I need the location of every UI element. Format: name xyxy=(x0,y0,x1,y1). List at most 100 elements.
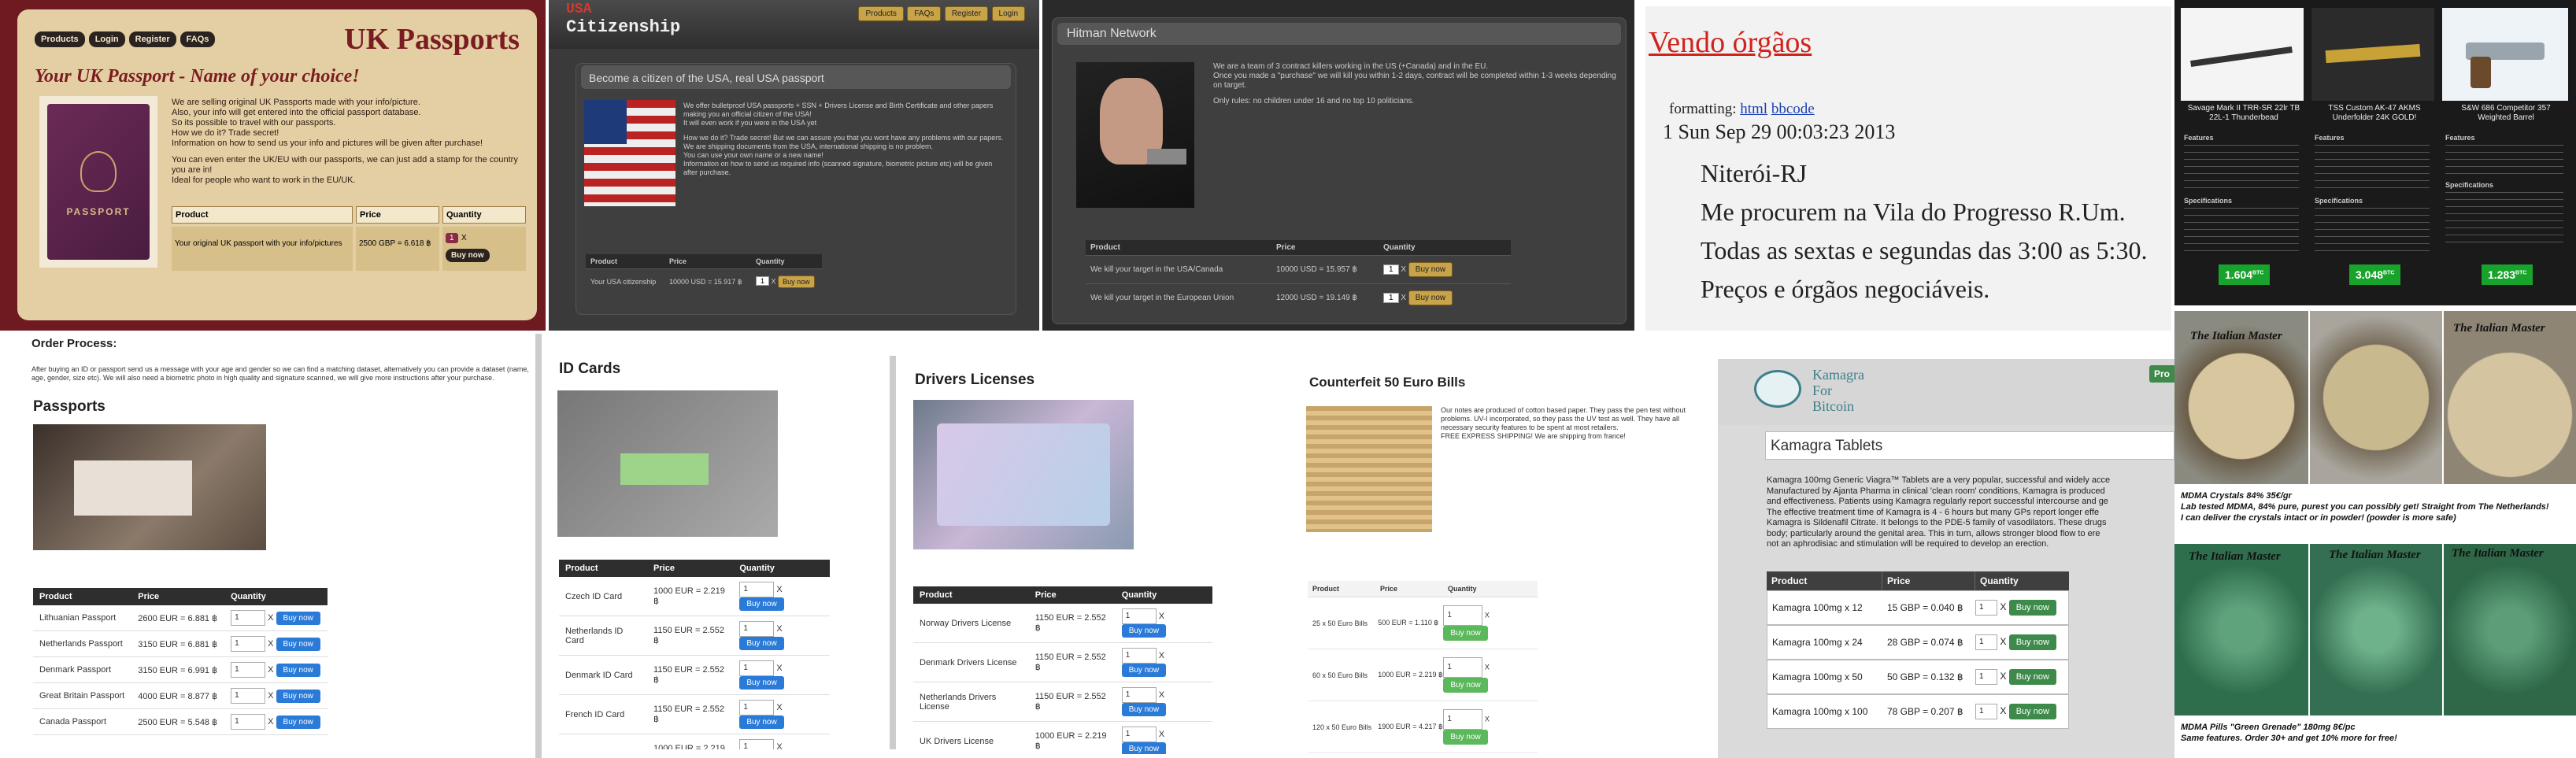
remove-x[interactable]: X xyxy=(1401,294,1406,302)
buy-now-button[interactable]: Buy now xyxy=(2008,704,2056,719)
quantity-input[interactable]: 1 xyxy=(1121,648,1157,664)
remove-x[interactable]: X xyxy=(2000,601,2006,612)
quantity-input[interactable]: 1 xyxy=(1383,293,1399,304)
quantity-input[interactable]: 1 xyxy=(231,636,266,652)
remove-x[interactable]: X xyxy=(776,703,782,712)
quantity-input[interactable]: 1 xyxy=(1121,727,1157,742)
remove-x[interactable]: X xyxy=(1401,265,1406,274)
nav-login[interactable]: Login xyxy=(88,31,125,47)
product-card[interactable]: S&W 686 Competitor 357 Weighted Barrel F… xyxy=(2441,8,2570,299)
remove-x[interactable]: X xyxy=(1485,611,1490,619)
remove-x[interactable]: X xyxy=(461,234,467,242)
quantity-input[interactable]: 1 xyxy=(739,582,775,597)
remove-x[interactable]: X xyxy=(2000,705,2006,716)
quantity-input[interactable]: 1 xyxy=(1975,704,1997,719)
quantity-input[interactable]: 1 xyxy=(756,276,770,287)
buy-now-button[interactable]: Buy now xyxy=(739,597,784,611)
remove-x[interactable]: X xyxy=(772,277,776,285)
buy-now-button[interactable]: Buy now xyxy=(1408,290,1453,305)
remove-x[interactable]: X xyxy=(776,742,782,749)
format-html-link[interactable]: html xyxy=(1740,101,1767,117)
nav-faqs[interactable]: FAQs xyxy=(180,31,216,47)
buy-now-button[interactable]: Buy now xyxy=(276,689,320,703)
nav-register[interactable]: Register xyxy=(944,6,989,21)
quantity-input[interactable]: 1 xyxy=(739,621,775,637)
product-name[interactable]: S&W 686 Competitor 357 Weighted Barrel xyxy=(2447,104,2565,123)
buy-now-button[interactable]: Buy now xyxy=(739,676,784,690)
quantity-input[interactable]: 1 xyxy=(231,662,266,678)
remove-x[interactable]: X xyxy=(268,691,273,701)
buy-now-button[interactable]: Buy now xyxy=(276,715,320,729)
quantity-input[interactable]: 1 xyxy=(1121,687,1157,703)
buy-now-button[interactable]: Buy now xyxy=(2008,600,2056,616)
remove-x[interactable]: X xyxy=(1485,663,1490,671)
remove-x[interactable]: X xyxy=(776,624,782,634)
buy-now-button[interactable]: Buy now xyxy=(2008,669,2056,685)
remove-x[interactable]: X xyxy=(1485,715,1490,723)
th-price: Price xyxy=(1882,571,1975,590)
desc-line: The effective treatment time of Kamagra … xyxy=(1767,507,2100,517)
quantity-input[interactable]: 1 xyxy=(1975,669,1997,685)
buy-now-button[interactable]: Buy now xyxy=(2008,634,2056,650)
buy-now-button[interactable]: Buy now xyxy=(1443,678,1488,693)
remove-x[interactable]: X xyxy=(268,717,273,727)
product-name[interactable]: Savage Mark II TRR-SR 22lr TB 22L-1 Thun… xyxy=(2186,104,2302,123)
remove-x[interactable]: X xyxy=(1159,690,1164,700)
product-card[interactable]: TSS Custom AK-47 AKMS Underfolder 24K GO… xyxy=(2310,8,2436,299)
remove-x[interactable]: X xyxy=(268,639,273,649)
product-name[interactable]: TSS Custom AK-47 AKMS Underfolder 24K GO… xyxy=(2316,104,2433,123)
product-card[interactable]: Savage Mark II TRR-SR 22lr TB 22L-1 Thun… xyxy=(2179,8,2305,299)
remove-x[interactable]: X xyxy=(268,613,273,623)
quantity-input[interactable]: 1 xyxy=(1121,608,1157,624)
remove-x[interactable]: X xyxy=(776,664,782,673)
page-title: Drivers Licenses xyxy=(915,372,1035,388)
quantity-input[interactable]: 1 xyxy=(231,610,266,626)
quantity-input[interactable]: 1 xyxy=(1383,264,1399,275)
quantity-input[interactable]: 1 xyxy=(739,660,775,676)
post-title[interactable]: Vendo órgãos xyxy=(1649,25,1812,60)
formatting-label: formatting: xyxy=(1669,101,1737,117)
buy-now-button[interactable]: Buy now xyxy=(276,611,320,625)
buy-now-button[interactable]: Buy now xyxy=(739,637,784,650)
remove-x[interactable]: X xyxy=(1159,612,1164,621)
buy-now-button[interactable]: Buy now xyxy=(1121,624,1167,638)
remove-x[interactable]: X xyxy=(2000,671,2006,682)
remove-x[interactable]: X xyxy=(1159,730,1164,739)
buy-now-button[interactable]: Buy now xyxy=(446,249,490,262)
nav-login[interactable]: Login xyxy=(991,6,1025,21)
remove-x[interactable]: X xyxy=(776,585,782,594)
quantity-input[interactable]: 1 xyxy=(231,714,266,730)
quantity-input[interactable]: 1 xyxy=(739,700,775,715)
format-bbcode-link[interactable]: bbcode xyxy=(1771,101,1815,117)
buy-now-button[interactable]: Buy now xyxy=(1443,730,1488,745)
quantity-input[interactable]: 1 xyxy=(1975,634,1997,650)
buy-now-button[interactable]: Buy now xyxy=(739,715,784,729)
remove-x[interactable]: X xyxy=(268,665,273,675)
buy-now-button[interactable]: Buy now xyxy=(276,637,320,651)
buy-now-button[interactable]: Buy now xyxy=(1408,262,1453,277)
buy-now-button[interactable]: Buy now xyxy=(1121,742,1167,754)
quantity-input[interactable]: 1 xyxy=(1975,600,1997,616)
buy-now-button[interactable]: Buy now xyxy=(276,663,320,677)
specs-heading: Specifications xyxy=(2184,197,2233,205)
price-badge[interactable]: 1.283BTC xyxy=(2482,264,2533,285)
buy-now-button[interactable]: Buy now xyxy=(1121,664,1167,677)
header-corner-button[interactable]: Pro xyxy=(2149,365,2174,383)
buy-now-button[interactable]: Buy now xyxy=(1121,703,1167,716)
remove-x[interactable]: X xyxy=(2000,636,2006,647)
quantity-input[interactable]: 1 xyxy=(446,233,458,243)
price-badge[interactable]: 3.048BTC xyxy=(2349,264,2401,285)
remove-x[interactable]: X xyxy=(1159,651,1164,660)
nav-products[interactable]: Products xyxy=(858,6,904,21)
quantity-input[interactable]: 1 xyxy=(739,739,775,749)
quantity-input[interactable]: 1 xyxy=(1443,709,1483,730)
quantity-input[interactable]: 1 xyxy=(1443,657,1483,678)
nav-products[interactable]: Products xyxy=(35,31,85,47)
buy-now-button[interactable]: Buy now xyxy=(778,275,815,288)
buy-now-button[interactable]: Buy now xyxy=(1443,626,1488,641)
nav-register[interactable]: Register xyxy=(128,31,176,47)
quantity-input[interactable]: 1 xyxy=(231,688,266,704)
quantity-input[interactable]: 1 xyxy=(1443,605,1483,626)
price-badge[interactable]: 1.604BTC xyxy=(2219,264,2271,285)
nav-faqs[interactable]: FAQs xyxy=(907,6,942,21)
